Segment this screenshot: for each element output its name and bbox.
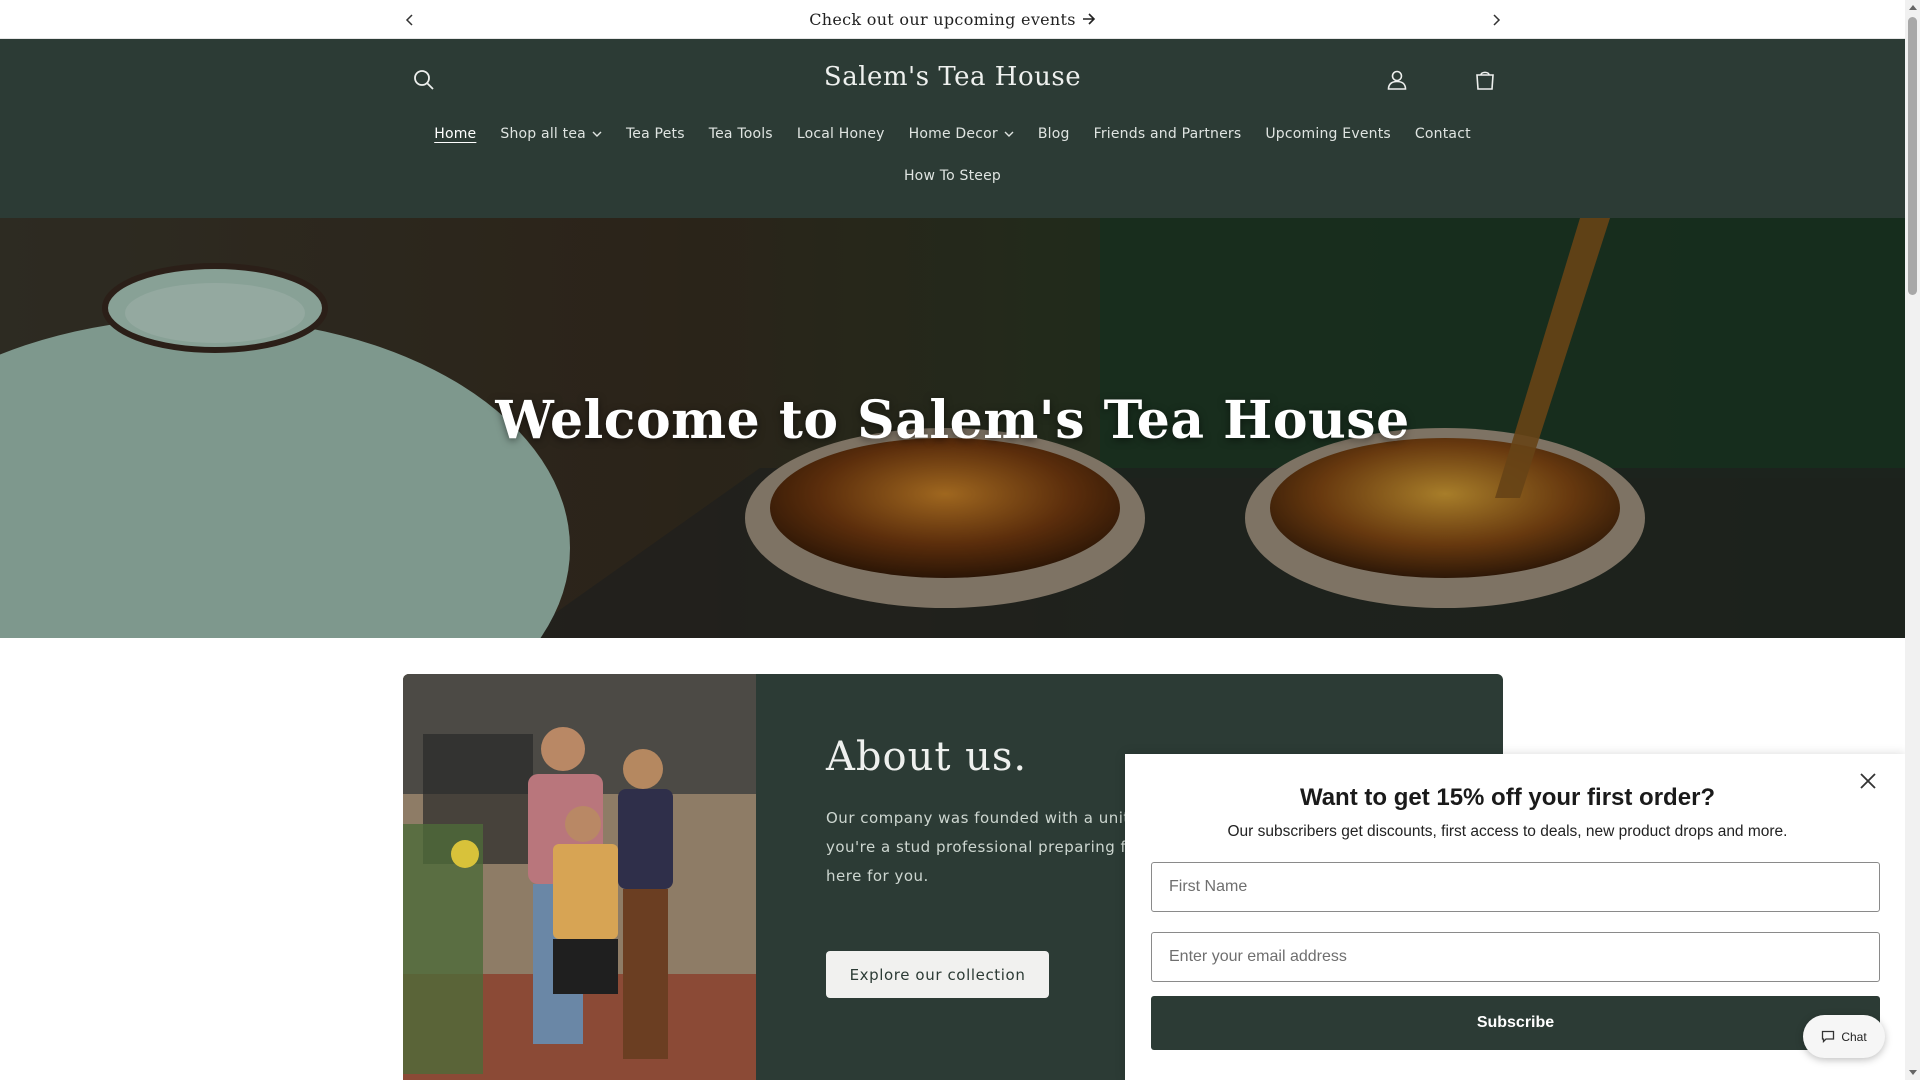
scroll-thumb[interactable] [1908,17,1917,295]
about-photo [403,674,756,1080]
announcement-text: Check out our upcoming events [809,9,1076,29]
scroll-up-button[interactable] [1905,0,1920,15]
nav-item-shop-all-tea[interactable]: Shop all tea [488,123,614,145]
cart-button[interactable] [1465,60,1505,100]
triangle-up-icon [1908,5,1917,10]
nav-item-local-honey[interactable]: Local Honey [785,123,897,145]
main-nav: Home Shop all tea Tea Pets Tea Tools Loc… [0,123,1905,145]
nav-item-how-to-steep[interactable]: How To Steep [892,165,1013,187]
announcement-prev-button[interactable] [398,8,422,32]
announcement-next-button[interactable] [1484,8,1508,32]
main-nav-row2: How To Steep [0,165,1905,187]
triangle-down-icon [1908,1070,1917,1075]
explore-collection-button[interactable]: Explore our collection [826,951,1049,998]
popup-title: Want to get 15% off your first order? [1299,784,1716,811]
chevron-right-icon [1493,14,1501,26]
nav-item-contact[interactable]: Contact [1403,123,1483,145]
nav-item-tea-tools[interactable]: Tea Tools [697,123,785,145]
nav-item-blog[interactable]: Blog [1026,123,1082,145]
nav-item-home-decor[interactable]: Home Decor [897,123,1026,145]
nav-item-upcoming-events[interactable]: Upcoming Events [1253,123,1403,145]
site-logo[interactable]: Salem's Tea House [0,62,1905,92]
scroll-down-button[interactable] [1905,1065,1920,1080]
cart-icon [1476,71,1494,90]
announcement-bar: Check out our upcoming events [0,0,1905,39]
chevron-down-icon [1004,131,1014,137]
email-input[interactable] [1151,932,1880,982]
chat-button[interactable]: Chat [1803,1015,1885,1058]
arrow-right-icon [1082,13,1095,25]
site-header: Salem's Tea House Home Shop all tea Tea … [0,39,1905,218]
hero-banner: Welcome to Salem's Tea House [0,218,1905,638]
announcement-link[interactable]: Check out our upcoming events [809,10,1096,29]
chat-bubble-icon [1822,1030,1835,1043]
nav-item-tea-pets[interactable]: Tea Pets [614,123,697,145]
account-icon [1387,70,1407,90]
page-scrollbar[interactable] [1905,0,1920,1080]
subscribe-popup: Want to get 15% off your first order? Ou… [1125,754,1905,1080]
subscribe-button[interactable]: Subscribe [1151,996,1880,1050]
chevron-down-icon [592,131,602,137]
chevron-left-icon [405,14,413,26]
nav-item-friends-and-partners[interactable]: Friends and Partners [1082,123,1254,145]
about-heading: About us. [826,734,1028,780]
first-name-input[interactable] [1151,862,1880,912]
popup-subtitle: Our subscribers get discounts, first acc… [1227,823,1788,840]
family-photo-image [403,674,756,1080]
nav-item-home[interactable]: Home [422,123,488,145]
account-button[interactable] [1377,60,1417,100]
hero-title: Welcome to Salem's Tea House [495,390,1410,451]
chat-label: Chat [1841,1029,1867,1044]
